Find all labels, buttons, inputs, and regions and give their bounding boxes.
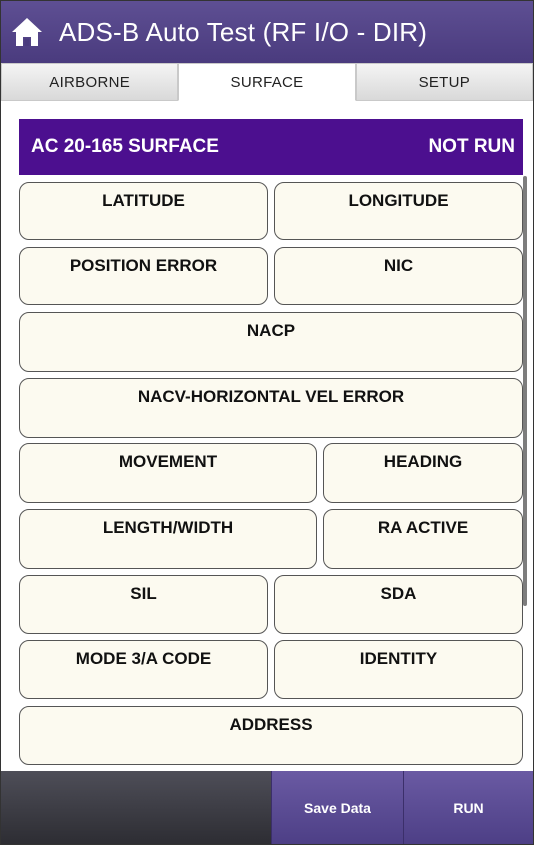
home-button[interactable]: [1, 1, 53, 63]
sda-field[interactable]: SDA: [274, 575, 523, 634]
bottom-action-bar: Save Data RUN: [1, 771, 533, 844]
run-button[interactable]: RUN: [403, 771, 533, 844]
tab-airborne[interactable]: AIRBORNE: [1, 63, 179, 101]
longitude-field[interactable]: LONGITUDE: [274, 182, 523, 240]
tab-setup[interactable]: SETUP: [355, 63, 533, 101]
length-width-field[interactable]: LENGTH/WIDTH: [19, 509, 317, 569]
identity-field[interactable]: IDENTITY: [274, 640, 523, 699]
tab-surface[interactable]: SURFACE: [178, 63, 356, 101]
tab-bar: AIRBORNE SURFACE SETUP: [1, 63, 533, 101]
address-field[interactable]: ADDRESS: [19, 706, 523, 765]
movement-field[interactable]: MOVEMENT: [19, 443, 317, 503]
nic-field[interactable]: NIC: [274, 247, 523, 305]
ra-active-field[interactable]: RA ACTIVE: [323, 509, 523, 569]
mode-3a-code-field[interactable]: MODE 3/A CODE: [19, 640, 268, 699]
latitude-field[interactable]: LATITUDE: [19, 182, 268, 240]
nacp-field[interactable]: NACP: [19, 312, 523, 372]
panel-title: AC 20-165 SURFACE: [31, 136, 219, 157]
heading-field[interactable]: HEADING: [323, 443, 523, 503]
test-results-panel[interactable]: AC 20-165 SURFACE NOT RUN LATITUDE LONGI…: [1, 101, 533, 771]
app-title: ADS-B Auto Test (RF I/O - DIR): [59, 16, 428, 47]
panel-header: AC 20-165 SURFACE NOT RUN: [19, 119, 523, 175]
nacv-field[interactable]: NACV-HORIZONTAL VEL ERROR: [19, 378, 523, 438]
bottom-bar-spacer: [1, 771, 271, 844]
title-bar: ADS-B Auto Test (RF I/O - DIR): [1, 1, 533, 63]
position-error-field[interactable]: POSITION ERROR: [19, 247, 268, 305]
home-icon: [12, 18, 42, 46]
save-data-button[interactable]: Save Data: [271, 771, 403, 844]
status-badge: NOT RUN: [428, 136, 515, 157]
scrollbar[interactable]: [523, 176, 527, 606]
sil-field[interactable]: SIL: [19, 575, 268, 634]
